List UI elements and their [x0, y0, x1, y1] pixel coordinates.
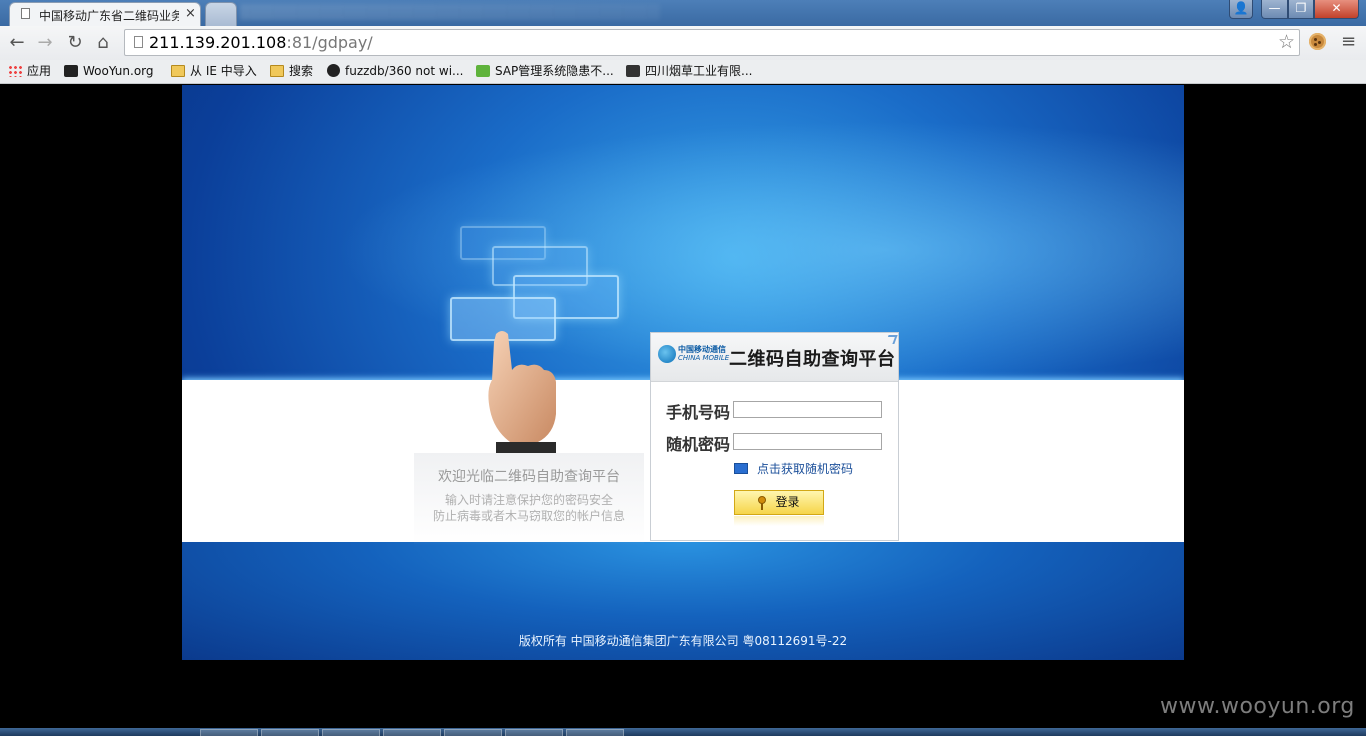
- taskbar-item[interactable]: [200, 729, 258, 736]
- menu-icon[interactable]: ≡: [1341, 31, 1356, 52]
- cookie-extension-icon[interactable]: [1309, 33, 1326, 50]
- button-reflection: [734, 516, 824, 526]
- pointing-hand-image: [488, 331, 556, 454]
- bookmark-apps[interactable]: 应用: [8, 63, 51, 79]
- taskbar-item[interactable]: [566, 729, 624, 736]
- close-window-button[interactable]: ✕: [1314, 0, 1359, 19]
- taskbar-item[interactable]: [444, 729, 502, 736]
- tab-active[interactable]: 中国移动广东省二维码业务 ×: [9, 2, 201, 26]
- browser-title-bar: 中国移动广东省二维码业务 × 👤 — ❐ ✕: [0, 0, 1366, 26]
- taskbar-item[interactable]: [383, 729, 441, 736]
- taskbar-item[interactable]: [261, 729, 319, 736]
- sap-icon: [476, 65, 490, 77]
- login-box: 中国移动通信 CHINA MOBILE 二维码自助查询平台 手机号码 随机密码 …: [650, 332, 899, 541]
- taskbar-item[interactable]: [322, 729, 380, 736]
- user-profile-button[interactable]: 👤: [1229, 0, 1253, 19]
- new-tab-button[interactable]: [205, 2, 237, 26]
- login-button[interactable]: 登录: [734, 490, 824, 515]
- tab-close-icon[interactable]: ×: [185, 6, 196, 21]
- wooyun-icon: [64, 65, 78, 77]
- password-label: 随机密码: [666, 435, 731, 454]
- login-title: 二维码自助查询平台: [729, 349, 896, 370]
- address-bar[interactable]: 211.139.201.108:81/gdpay/ ☆: [124, 29, 1300, 56]
- bookmarks-bar: 应用 WooYun.org 从 IE 中导入 搜索 fuzzdb/360 not…: [0, 60, 1366, 84]
- watermark-text: www.wooyun.org: [1160, 694, 1355, 719]
- bookmark-sap[interactable]: SAP管理系统隐患不...: [476, 63, 614, 79]
- login-header: 中国移动通信 CHINA MOBILE 二维码自助查询平台: [651, 333, 898, 382]
- back-button[interactable]: ←: [7, 33, 27, 53]
- blurred-background-tabs: [240, 4, 660, 20]
- reload-button[interactable]: ↻: [65, 33, 85, 53]
- page-icon: [134, 36, 143, 48]
- password-input[interactable]: [733, 433, 882, 450]
- tab-title: 中国移动广东省二维码业务: [39, 9, 179, 23]
- get-random-password-link[interactable]: 点击获取随机密码: [734, 460, 853, 477]
- folder-icon: [270, 65, 284, 77]
- page-icon: [21, 8, 30, 19]
- bookmark-fuzzdb[interactable]: fuzzdb/360 not wi...: [327, 63, 463, 79]
- corner-decor-icon: [885, 335, 898, 344]
- github-icon: [327, 64, 340, 77]
- bookmark-wooyun[interactable]: WooYun.org: [64, 63, 154, 79]
- minimize-button[interactable]: —: [1261, 0, 1288, 19]
- bookmark-search[interactable]: 搜索: [270, 63, 313, 79]
- key-icon: [758, 496, 767, 510]
- forward-button[interactable]: →: [35, 33, 55, 53]
- login-page: 欢迎光临二维码自助查询平台 输入时请注意保护您的密码安全 防止病毒或者木马窃取您…: [182, 85, 1184, 660]
- bookmark-ie-import[interactable]: 从 IE 中导入: [171, 63, 257, 79]
- browser-toolbar: ← → ↻ ⌂ 211.139.201.108:81/gdpay/ ☆ ≡: [0, 26, 1366, 60]
- taskbar-item[interactable]: [505, 729, 563, 736]
- maximize-button[interactable]: ❐: [1288, 0, 1314, 19]
- phone-label: 手机号码: [666, 403, 731, 422]
- welcome-title: 欢迎光临二维码自助查询平台: [438, 469, 620, 485]
- url-text: 211.139.201.108:81/gdpay/: [149, 33, 373, 52]
- home-button[interactable]: ⌂: [93, 33, 113, 53]
- tobacco-icon: [626, 65, 640, 77]
- folder-icon: [171, 65, 185, 77]
- copyright-footer: 版权所有 中国移动通信集团广东有限公司 粤08112691号-22: [518, 634, 848, 648]
- china-mobile-logo: 中国移动通信 CHINA MOBILE: [658, 342, 729, 370]
- security-tip: 输入时请注意保护您的密码安全 防止病毒或者木马窃取您的帐户信息: [432, 493, 625, 523]
- envelope-icon: [734, 463, 748, 474]
- bookmark-star-icon[interactable]: ☆: [1278, 31, 1295, 53]
- welcome-message: 欢迎光临二维码自助查询平台 输入时请注意保护您的密码安全 防止病毒或者木马窃取您…: [414, 453, 644, 545]
- phone-input[interactable]: [733, 401, 882, 418]
- apps-grid-icon: [8, 65, 22, 77]
- bookmark-tobacco[interactable]: 四川烟草工业有限...: [626, 63, 752, 79]
